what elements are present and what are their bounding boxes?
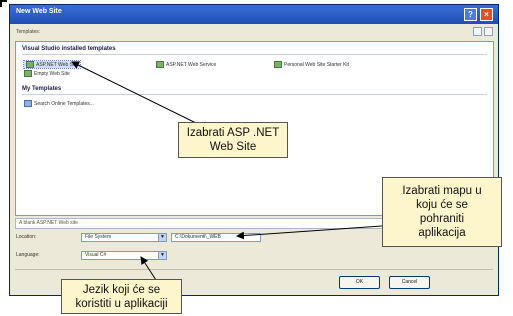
- callout-choose-folder: Izabrati mapu u koju će se pohraniti apl…: [382, 177, 502, 247]
- callout-choose-website: Izabrati ASP .NET Web Site: [178, 122, 288, 158]
- arrow-to-website-template: [71, 61, 201, 126]
- callout-choose-language: Jezik koji će se koristiti u aplikaciji: [61, 279, 182, 314]
- arrow-to-language-select: [140, 256, 157, 281]
- callout-arrows: [71, 61, 383, 281]
- arrow-to-location-path: [236, 225, 383, 240]
